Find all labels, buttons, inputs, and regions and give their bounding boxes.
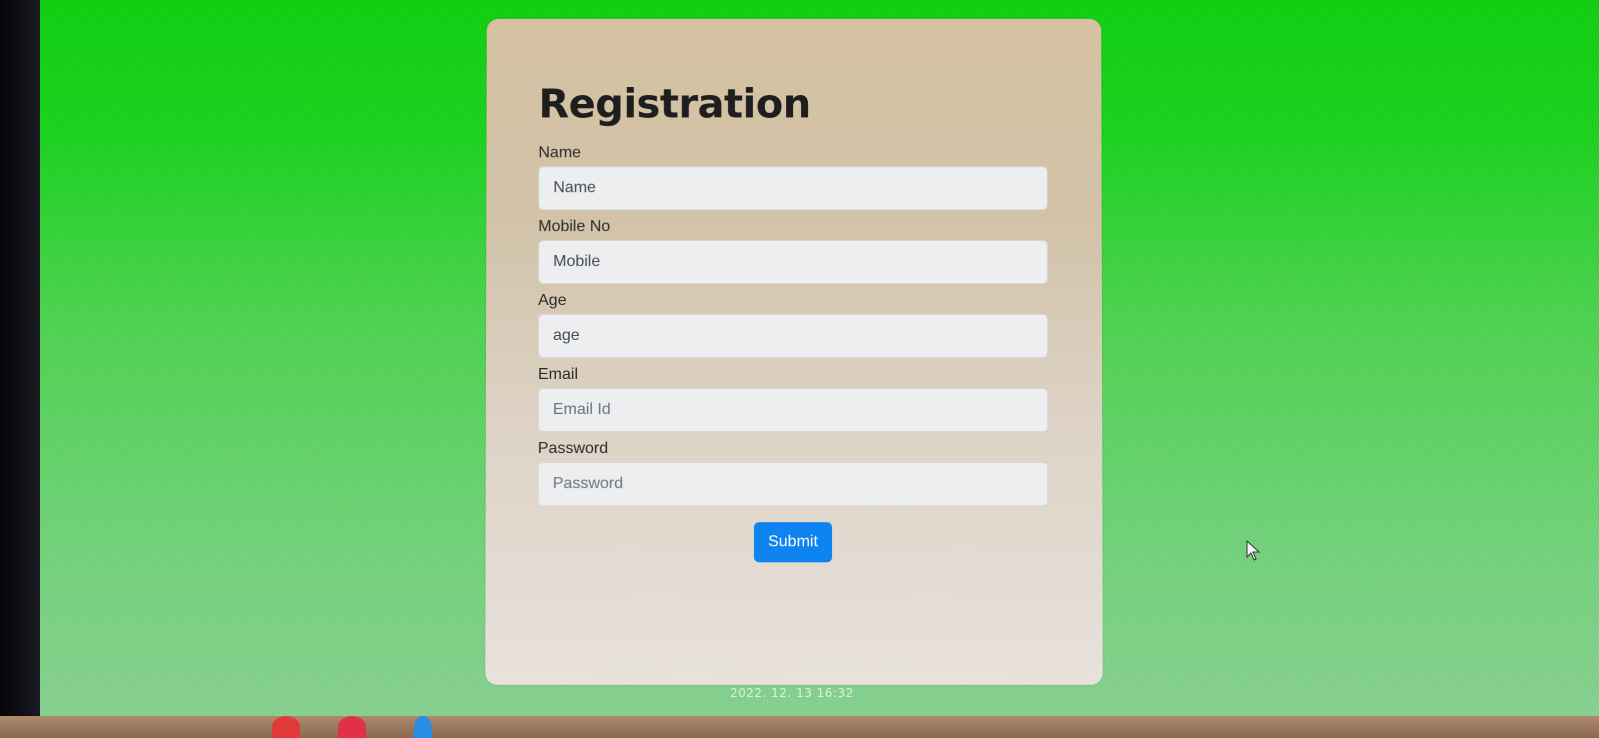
- mobile-input[interactable]: [538, 240, 1048, 284]
- registration-form: Registration Name Mobile No Age Email Pa…: [538, 81, 1049, 563]
- password-input[interactable]: [538, 462, 1049, 506]
- name-input[interactable]: [538, 166, 1047, 210]
- photo-timestamp: 2022. 12. 13 16:32: [730, 686, 854, 700]
- taskbar-app-icon[interactable]: [272, 716, 300, 738]
- email-label: Email: [538, 366, 1048, 384]
- password-label: Password: [538, 440, 1048, 458]
- registration-card: Registration Name Mobile No Age Email Pa…: [485, 19, 1103, 685]
- page-title: Registration: [538, 81, 1047, 129]
- taskbar: [0, 716, 1599, 738]
- submit-button[interactable]: Submit: [754, 522, 832, 562]
- email-input[interactable]: [538, 388, 1048, 432]
- monitor-bezel: [0, 0, 44, 738]
- name-label: Name: [538, 144, 1047, 162]
- age-label: Age: [538, 292, 1048, 310]
- mouse-cursor-icon: [1246, 540, 1262, 562]
- button-row: Submit: [538, 522, 1049, 562]
- browser-viewport: Registration Name Mobile No Age Email Pa…: [40, 0, 1599, 720]
- taskbar-app-icon[interactable]: [338, 716, 366, 738]
- age-input[interactable]: [538, 314, 1048, 358]
- taskbar-app-icon[interactable]: [414, 716, 432, 738]
- mobile-label: Mobile No: [538, 218, 1048, 236]
